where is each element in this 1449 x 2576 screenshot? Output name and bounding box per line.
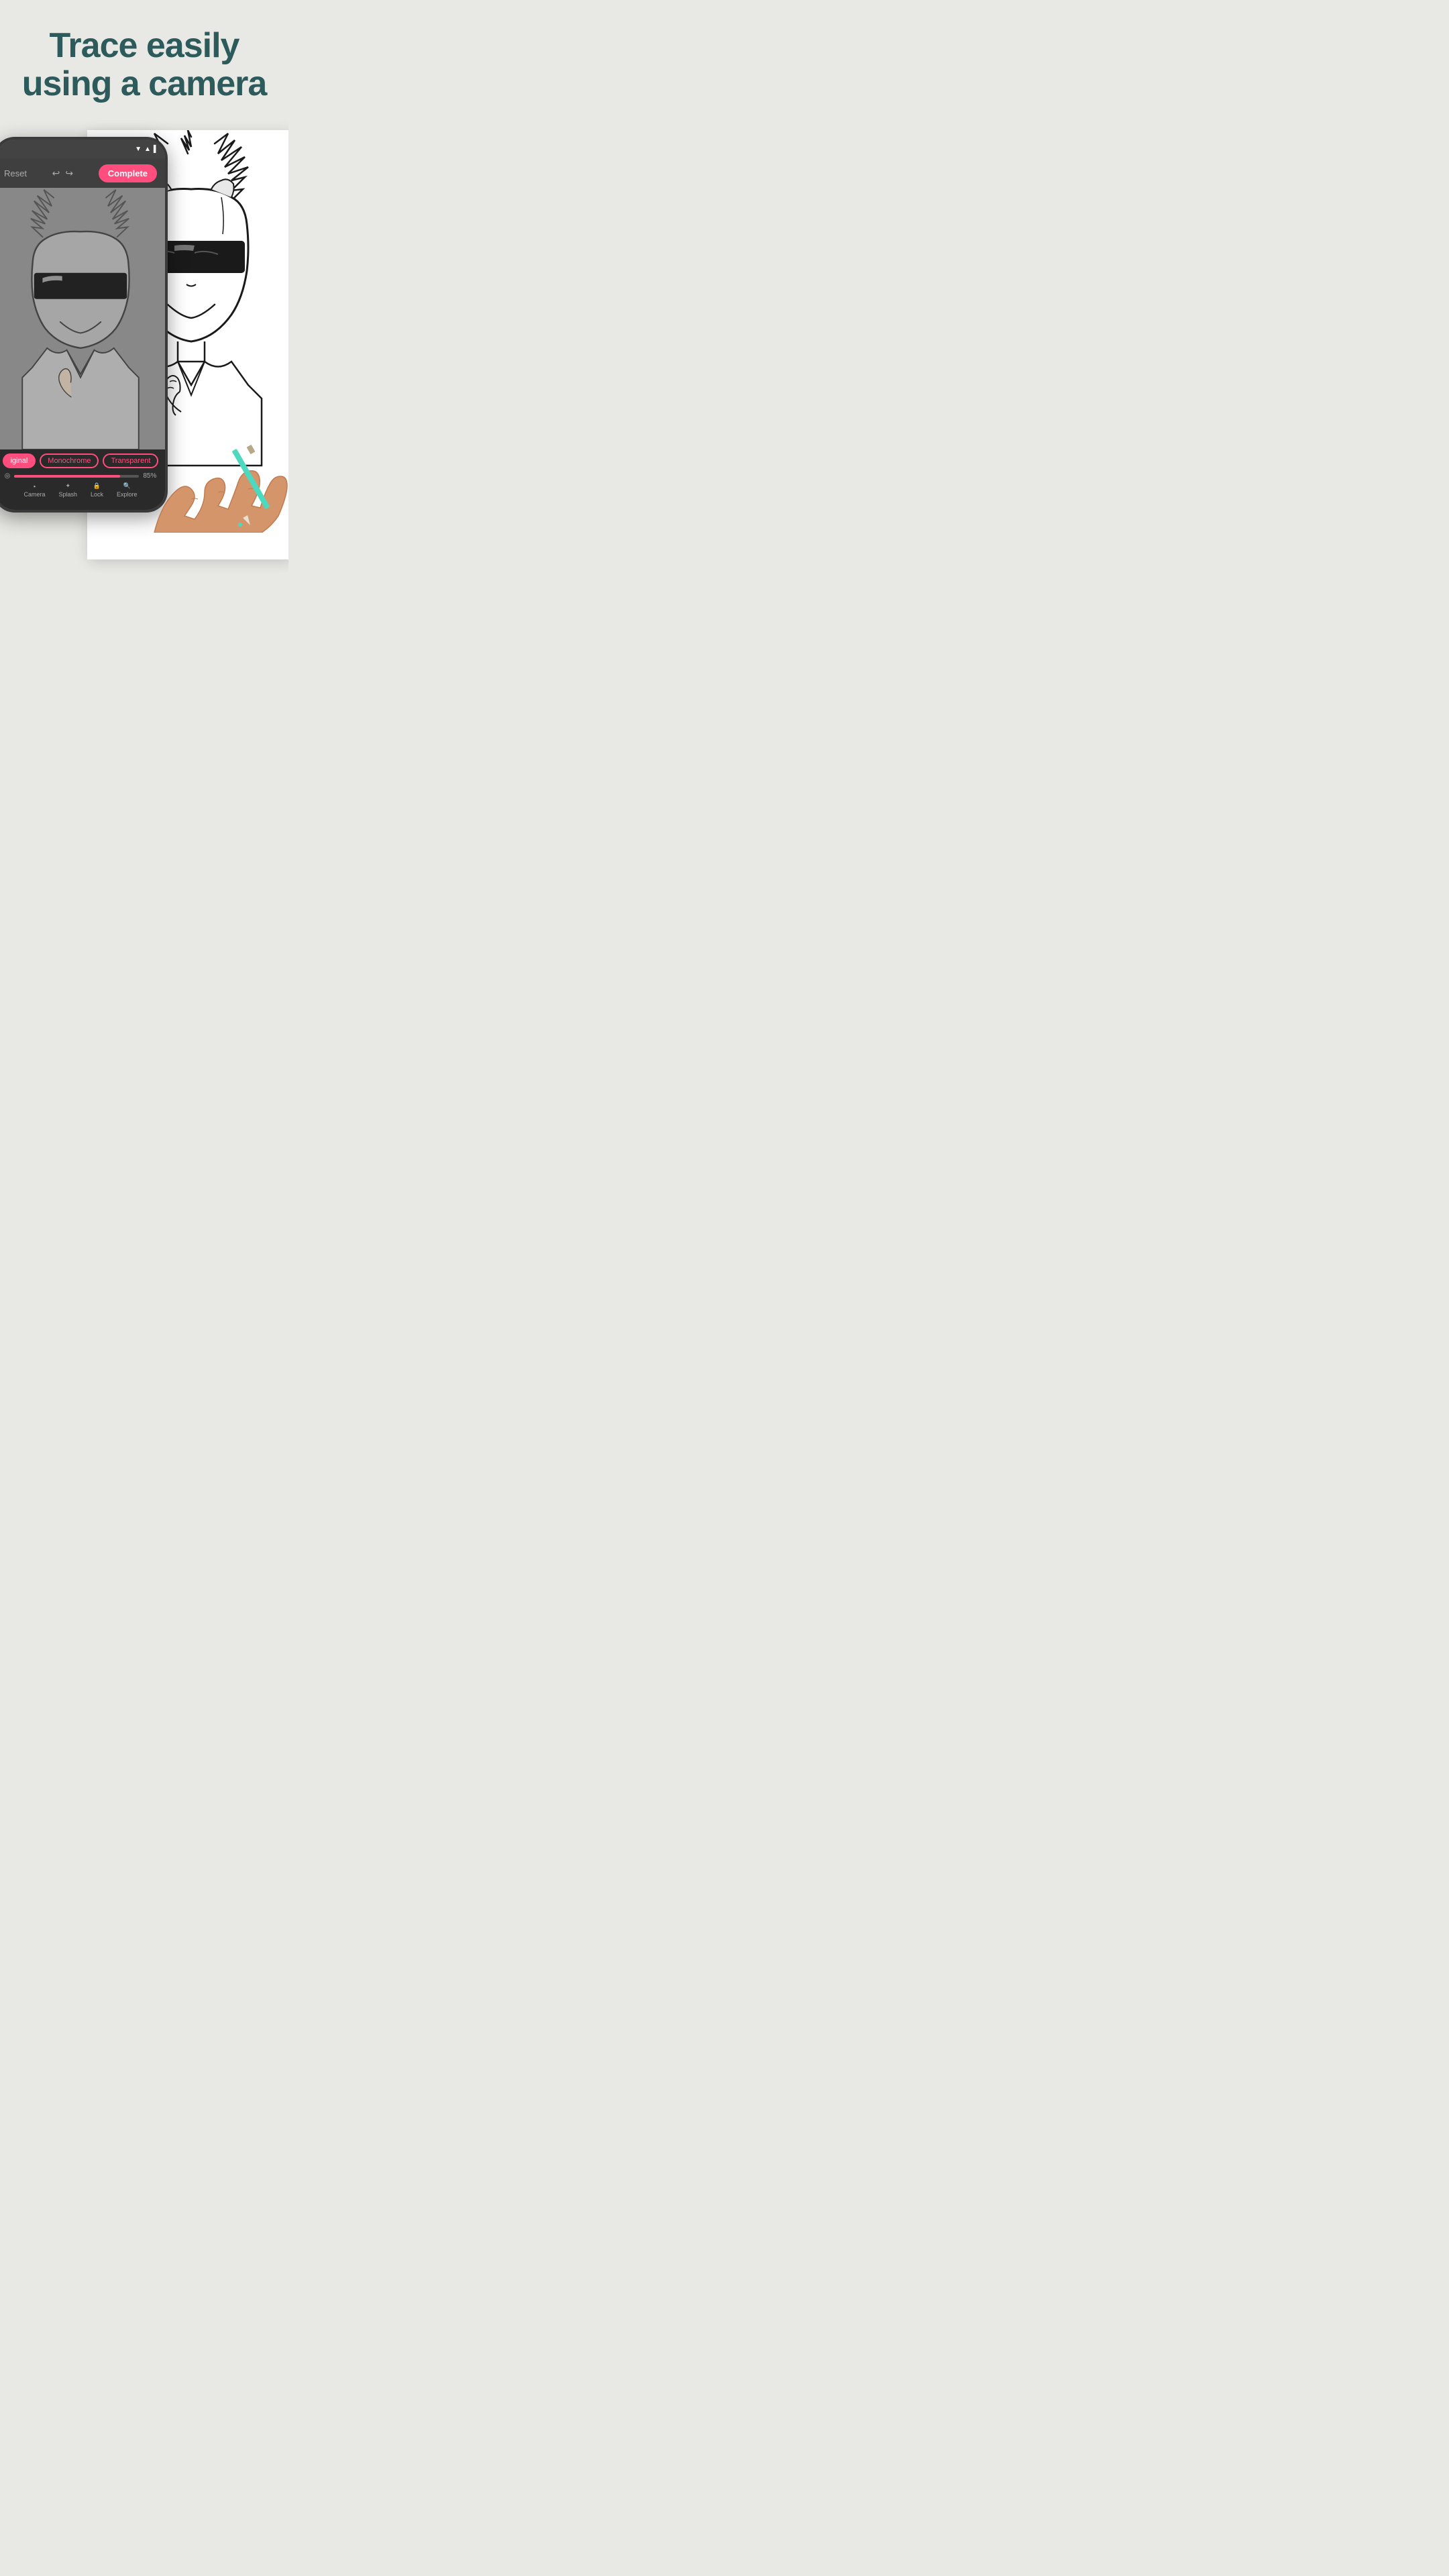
page-title: Trace easily using a camera <box>13 27 275 103</box>
undo-icon[interactable]: ↩ <box>52 168 60 179</box>
wifi-icon: ▼ <box>135 146 142 153</box>
filter-monochrome[interactable]: Monochrome <box>40 453 99 468</box>
nav-lock[interactable]: 🔒 Lock <box>91 482 103 498</box>
hand-pencil-area <box>141 412 288 533</box>
opacity-slider-row: ◎ 85% <box>5 472 157 480</box>
phone-status-bar: ▼ ▲ ▌ <box>0 140 165 158</box>
filter-pills-group: iginal Monochrome Transparent <box>3 453 159 468</box>
complete-button[interactable]: Complete <box>99 164 157 182</box>
opacity-fill <box>14 475 120 478</box>
hand-svg <box>141 412 288 533</box>
main-scene: ▼ ▲ ▌ Reset ↩ ↪ Complete <box>0 117 288 573</box>
camera-icon: ▪ <box>34 483 36 490</box>
battery-icon: ▌ <box>154 146 158 153</box>
opacity-track[interactable] <box>14 475 139 478</box>
nav-explore[interactable]: 🔍 Explore <box>117 482 138 498</box>
nav-camera[interactable]: ▪ Camera <box>23 483 45 498</box>
redo-icon[interactable]: ↪ <box>65 168 73 179</box>
lock-icon: 🔒 <box>93 482 101 490</box>
phone-drawing-area <box>0 188 165 449</box>
explore-icon: 🔍 <box>123 482 131 490</box>
undo-redo-group: ↩ ↪ <box>52 168 73 179</box>
nav-splash[interactable]: ✦ Splash <box>58 482 77 498</box>
opacity-icon: ◎ <box>5 472 11 480</box>
bottom-icons-row: ▪ Camera ✦ Splash 🔒 Lock 🔍 Explore <box>23 482 137 498</box>
header-section: Trace easily using a camera <box>0 0 288 117</box>
splash-icon: ✦ <box>65 482 70 490</box>
reset-button[interactable]: Reset <box>4 168 27 178</box>
filter-original[interactable]: iginal <box>3 453 36 468</box>
signal-icon: ▲ <box>144 146 151 153</box>
phone-toolbar: Reset ↩ ↪ Complete <box>0 158 165 188</box>
phone-anime-art <box>0 188 165 449</box>
